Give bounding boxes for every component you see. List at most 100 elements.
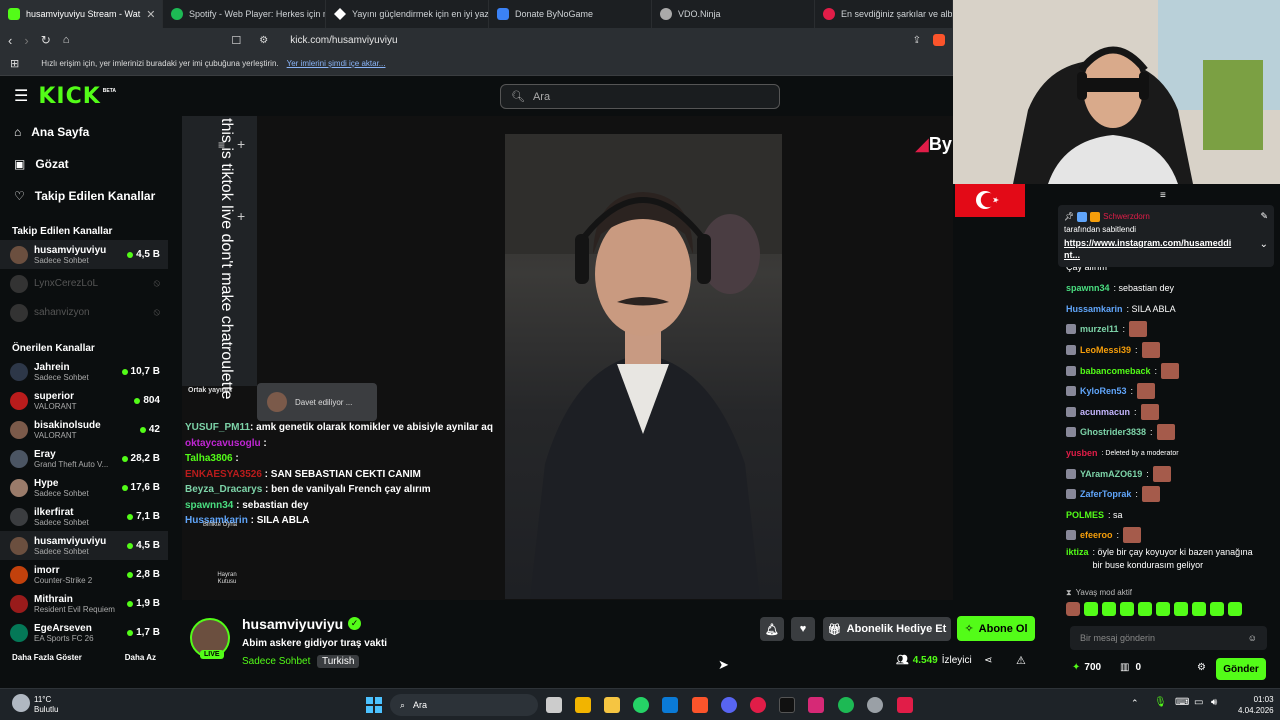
windows-start-icon[interactable]	[366, 697, 382, 713]
instagram-icon[interactable]	[808, 697, 824, 713]
file-explorer-icon[interactable]	[604, 697, 620, 713]
points-display[interactable]: ✦ 700	[1072, 662, 1101, 673]
emote-icon[interactable]	[1084, 602, 1098, 616]
browser-tab[interactable]: En sevdiğiniz şarkılar ve albümle	[815, 0, 953, 28]
chevron-up-icon[interactable]: ⌃	[1131, 698, 1139, 709]
chat-username[interactable]: ZaferToprak	[1080, 489, 1131, 499]
nav-browse[interactable]: ▣ Gözat	[0, 148, 168, 180]
url-field[interactable]: kick.com/husamviyuviyu	[290, 35, 397, 46]
browser-tab[interactable]: Donate ByNoGame	[489, 0, 652, 28]
show-less-link[interactable]: Daha Az	[125, 653, 156, 662]
sidebar-channel[interactable]: Eray Grand Theft Auto V... 28,2 B	[0, 444, 168, 473]
chat-username[interactable]: LeoMessi39	[1080, 345, 1131, 355]
forward-icon[interactable]: ›	[24, 33, 28, 48]
stream-tag[interactable]: Turkish	[317, 655, 360, 668]
volume-icon[interactable]: 🔊︎	[1211, 697, 1217, 708]
chat-username[interactable]: spawnn34	[1066, 283, 1110, 293]
sidebar-channel[interactable]: ilkerfirat Sadece Sohbet 7,1 B	[0, 502, 168, 531]
outlook-icon[interactable]	[662, 697, 678, 713]
sidebar-channel[interactable]: Jahrein Sadece Sohbet 10,7 B	[0, 357, 168, 386]
emote-icon[interactable]	[1138, 602, 1152, 616]
emote-icon[interactable]	[1228, 602, 1242, 616]
share-icon[interactable]: ⇪	[913, 35, 921, 46]
brave-icon[interactable]	[692, 697, 708, 713]
stream-category[interactable]: Sadece Sohbet	[242, 656, 310, 667]
sidebar-channel[interactable]: imorr Counter-Strike 2 2,8 B	[0, 560, 168, 589]
chat-username[interactable]: POLMES	[1066, 510, 1104, 520]
import-bookmarks-link[interactable]: Yer imlerini şimdi içe aktar...	[287, 59, 386, 68]
chat-username[interactable]: yusben	[1066, 448, 1098, 458]
browser-tab[interactable]: Yayını güçlendirmek için en iyi yazı	[326, 0, 489, 28]
emoji-icon[interactable]: ☺	[1248, 633, 1257, 643]
unpin-icon[interactable]: ✎	[1260, 211, 1268, 222]
chat-username[interactable]: Hussamkarin	[1066, 304, 1123, 314]
back-icon[interactable]: ‹	[8, 33, 12, 48]
share-icon[interactable]: ⋖	[984, 655, 992, 666]
chat-username[interactable]: babancomeback	[1080, 366, 1151, 376]
bookmark-icon[interactable]: ☐	[231, 34, 241, 47]
whatsapp-icon[interactable]	[633, 697, 649, 713]
spotify-icon[interactable]	[838, 697, 854, 713]
app-icon[interactable]	[897, 697, 913, 713]
site-info-icon[interactable]: ⚙	[259, 35, 268, 46]
nav-home[interactable]: ⌂ Ana Sayfa	[0, 116, 168, 148]
channel-name[interactable]: husamviyuviyu	[242, 616, 343, 632]
chat-username[interactable]: Ghostrider3838	[1080, 427, 1146, 437]
sidebar-channel[interactable]: bisakinolsude VALORANT 42	[0, 415, 168, 444]
sidebar-channel[interactable]: Hype Sadece Sohbet 17,6 B	[0, 473, 168, 502]
reload-icon[interactable]: ↻	[41, 33, 51, 47]
search-input[interactable]: Ara	[533, 91, 550, 103]
notification-bell-icon[interactable]: 🔔︎	[760, 617, 784, 641]
emote-icon[interactable]	[1210, 602, 1224, 616]
store-icon[interactable]	[575, 697, 591, 713]
pinned-link[interactable]: https://www.instagram.com/husameddi nt..…	[1064, 237, 1248, 261]
report-icon[interactable]: ⚠	[1016, 654, 1026, 667]
settings-icon[interactable]: ⚙	[1197, 662, 1206, 673]
chat-username[interactable]: YAramAZO619	[1080, 469, 1142, 479]
browser-tab[interactable]: Spotify - Web Player: Herkes için mü	[163, 0, 326, 28]
chat-sort-icon[interactable]: ≡	[1160, 190, 1166, 201]
emote-icon[interactable]	[1102, 602, 1116, 616]
add-icon[interactable]: +	[237, 208, 245, 224]
home-icon[interactable]: ⌂	[63, 34, 70, 46]
clock[interactable]: 01:03 4.04.2026	[1238, 695, 1274, 717]
emote-icon[interactable]	[1174, 602, 1188, 616]
microphone-icon[interactable]: 🎙︎	[1154, 697, 1167, 708]
tiktok-icon[interactable]	[779, 697, 795, 713]
sidebar-channel[interactable]: sahanvizyon ⦸	[0, 298, 168, 327]
task-view-icon[interactable]	[546, 697, 562, 713]
follow-heart-icon[interactable]: ♥	[791, 617, 815, 641]
chevron-down-icon[interactable]: ⌄	[1260, 239, 1268, 250]
send-button[interactable]: Gönder	[1216, 658, 1266, 680]
apps-grid-icon[interactable]: ⊞	[10, 57, 19, 70]
emote-icon[interactable]	[1066, 602, 1080, 616]
nav-following[interactable]: ♡ Takip Edilen Kanallar	[0, 180, 168, 212]
browser-tab[interactable]: VDO.Ninja	[652, 0, 815, 28]
kick-logo[interactable]: KICK	[38, 84, 100, 109]
weather-widget[interactable]: 11°C Bulutlu	[34, 695, 58, 716]
taskbar-search[interactable]: ⌕ Ara	[390, 694, 538, 716]
network-icon[interactable]: ▭	[1194, 697, 1203, 708]
sidebar-channel[interactable]: husamviyuviyu Sadece Sohbet 4,5 B	[0, 531, 168, 560]
sidebar-channel[interactable]: Mithrain Resident Evil Requiem 1,9 B	[0, 589, 168, 618]
add-icon[interactable]: +	[237, 136, 245, 152]
chat-username[interactable]: efeeroo	[1080, 530, 1113, 540]
chat-username[interactable]: acunmacun	[1080, 407, 1130, 417]
sidebar-channel[interactable]: LynxCerezLoL ⦸	[0, 269, 168, 298]
gift-sub-button[interactable]: 🎁︎ Abonelik Hediye Et	[823, 617, 951, 641]
chat-input[interactable]: Bir mesaj gönderin ☺	[1070, 626, 1267, 650]
menu-icon[interactable]: ☰	[14, 86, 28, 106]
sidebar-channel[interactable]: husamviyuviyu Sadece Sohbet 4,5 B	[0, 240, 168, 269]
subscribe-button[interactable]: ✧ Abone Ol	[957, 616, 1035, 641]
discord-icon[interactable]	[721, 697, 737, 713]
emote-icon[interactable]	[1156, 602, 1170, 616]
chat-username[interactable]: iktiza	[1066, 546, 1089, 559]
app-icon[interactable]	[867, 697, 883, 713]
sidebar-channel[interactable]: superior VALORANT 804	[0, 386, 168, 415]
chat-username[interactable]: murzel11	[1080, 324, 1119, 334]
emote-icon[interactable]	[1120, 602, 1134, 616]
drops-display[interactable]: ▥ 0	[1120, 662, 1141, 673]
emote-icon[interactable]	[1192, 602, 1206, 616]
show-more-link[interactable]: Daha Fazla Göster	[12, 653, 82, 662]
chat-username[interactable]: KyloRen53	[1080, 386, 1127, 396]
